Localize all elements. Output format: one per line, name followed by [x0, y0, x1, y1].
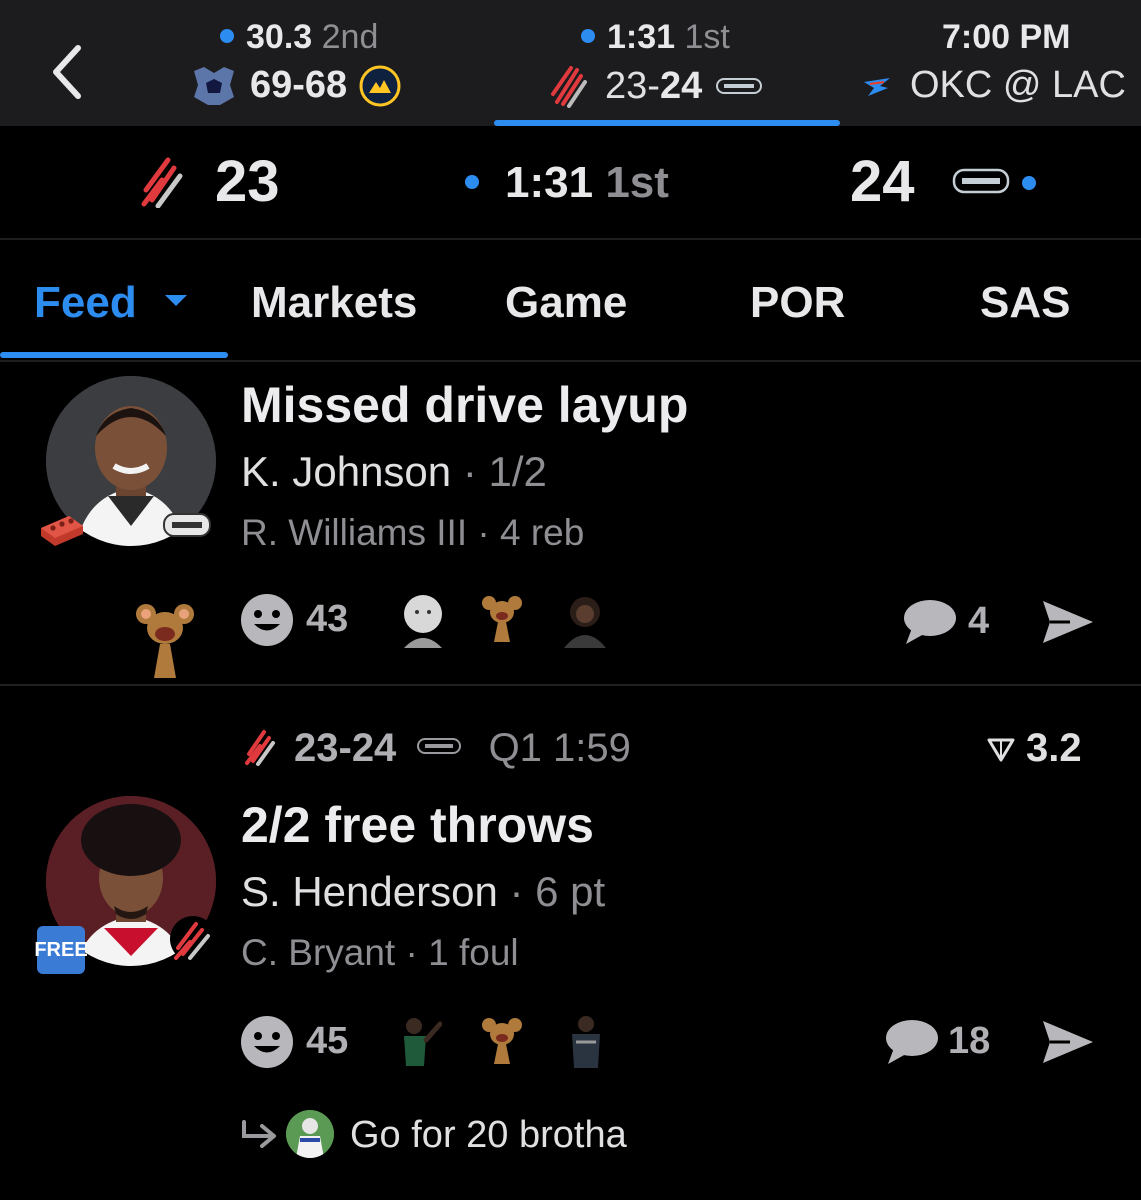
baby-reaction-icon[interactable] [398, 592, 448, 648]
person-reaction-icon[interactable] [558, 592, 612, 648]
comments-count: 4 [968, 600, 990, 642]
tab-por[interactable]: POR [750, 278, 845, 328]
game-card-por-sas[interactable]: 1:31 1st 23-24 [545, 14, 805, 114]
caret-down-icon [164, 295, 187, 307]
live-dot [465, 175, 479, 190]
comments-count: 18 [948, 1020, 991, 1062]
add-reaction-icon[interactable] [240, 1015, 294, 1069]
chevron-left-icon [53, 45, 81, 99]
secondary-player-line: R. Williams III · 4 reb [241, 512, 585, 553]
play-headline: Missed drive layup [241, 377, 689, 433]
game-status: 1:31 1st [581, 18, 730, 57]
player-reaction-icon[interactable] [396, 1014, 442, 1070]
game-status: 30.3 2nd [220, 18, 378, 57]
reply-text[interactable]: Go for 20 brotha [350, 1114, 627, 1157]
odds-move-icon [987, 738, 1015, 762]
odds-value: 3.2 [1026, 726, 1082, 770]
person-reaction-icon[interactable] [566, 1014, 606, 1070]
tab-markets[interactable]: Markets [251, 278, 417, 328]
game-score-row: 69-68 [190, 64, 401, 107]
game-card-okc-lac[interactable]: 7:00 PM OKC @ LAC [862, 14, 1141, 114]
game-clock: 1:31 1st [465, 158, 669, 208]
secondary-player-stat: 4 reb [500, 512, 585, 553]
play-headline: 2/2 free throws [241, 797, 594, 853]
game-score-away: 23 [605, 64, 648, 107]
spurs-logo-icon [716, 78, 763, 94]
comment-icon[interactable] [884, 1018, 940, 1066]
game-score-home: 24 [659, 64, 703, 107]
secondary-player-stat: 1 foul [428, 932, 519, 973]
home-score: 24 [850, 149, 915, 214]
away-score: 23 [215, 149, 280, 214]
spurs-logo-icon [952, 168, 1010, 194]
tab-sas[interactable]: SAS [980, 278, 1070, 328]
play-meta: 23-24 Q1 1:59 [294, 726, 631, 771]
player-stat: 1/2 [488, 448, 547, 495]
tab-feed[interactable]: Feed [34, 278, 189, 328]
game-matchup: OKC @ LAC [910, 64, 1126, 106]
spurs-badge-icon [163, 513, 211, 537]
comment-icon[interactable] [902, 598, 958, 646]
reply-avatar[interactable] [286, 1110, 334, 1158]
game-time: 7:00 PM [942, 18, 1071, 56]
brick-icon [41, 516, 83, 546]
secondary-player-name[interactable]: R. Williams III [241, 512, 467, 553]
commenter-avatar-icon [286, 1110, 334, 1158]
player-name[interactable]: S. Henderson [241, 868, 498, 915]
blazers-logo-icon [551, 66, 587, 108]
tab-bar: Feed Markets Game POR SAS [0, 242, 1141, 362]
jerry-reaction-icon[interactable] [480, 1014, 524, 1066]
play-score: 23-24 [294, 726, 397, 770]
free-badge: FREE [34, 926, 88, 974]
player-line: K. Johnson · 1/2 [241, 448, 547, 495]
game-score-row: OKC @ LAC [862, 64, 1141, 107]
game-score-row: 23-24 [549, 64, 763, 108]
games-bar: 30.3 2nd 69-68 1:31 1st 23 - 24 7:00 PM … [0, 0, 1141, 126]
feed-card[interactable]: Missed drive layup K. Johnson · 1/2 R. W… [0, 362, 1141, 684]
possession-dot [1022, 176, 1036, 190]
secondary-player-line: C. Bryant · 1 foul [241, 932, 519, 973]
reactions-row: 45 [240, 1012, 640, 1072]
feed-card[interactable]: 23-24 Q1 1:59 3.2 FREE 2/2 free throws S… [0, 686, 1141, 1200]
reply-arrow-icon [242, 1120, 276, 1148]
thunder-logo-icon [864, 77, 890, 96]
jerry-reaction-icon[interactable] [480, 592, 524, 644]
reactions-row: 43 [240, 590, 640, 650]
blazers-badge-icon [170, 916, 216, 962]
scoreboard: 23 1:31 1st 24 [0, 126, 1141, 240]
game-score: 69-68 [250, 64, 348, 106]
blazers-logo-icon [245, 730, 275, 766]
player-stat: 6 pt [535, 868, 606, 915]
grizzlies-logo-icon [194, 66, 234, 105]
play-time: Q1 1:59 [488, 726, 631, 770]
jerry-mouse-sticker-icon[interactable] [132, 594, 198, 684]
back-button[interactable] [46, 42, 90, 102]
secondary-player-name[interactable]: C. Bryant [241, 932, 395, 973]
player-name[interactable]: K. Johnson [241, 448, 451, 495]
live-dot [581, 29, 595, 44]
active-tab-indicator [0, 352, 228, 358]
game-card-mem-den[interactable]: 30.3 2nd 69-68 [190, 14, 450, 114]
blazers-logo-icon [141, 157, 183, 208]
share-icon[interactable] [1040, 1018, 1096, 1066]
reactions-count: 45 [306, 1020, 349, 1062]
add-reaction-icon[interactable] [240, 593, 294, 647]
live-dot [220, 29, 234, 44]
share-icon[interactable] [1040, 598, 1096, 646]
nuggets-logo-icon [359, 65, 401, 106]
spurs-logo-icon [417, 738, 462, 755]
player-line: S. Henderson · 6 pt [241, 868, 606, 915]
tab-game[interactable]: Game [505, 278, 627, 328]
reactions-count: 43 [306, 598, 349, 640]
